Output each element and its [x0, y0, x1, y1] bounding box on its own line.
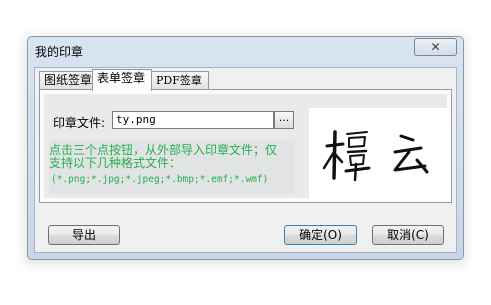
seal-preview: 檀云: [309, 108, 451, 200]
import-hint: 点击三个点按钮，从外部导入印章文件；仅 支持以下几种格式文件：: [49, 144, 295, 170]
browse-button[interactable]: ...: [274, 111, 294, 129]
signature-text: 檀云: [309, 108, 311, 109]
seal-file-label: 印章文件:: [53, 116, 106, 130]
panel-content: 印章文件: ty.png ... 点击三个点按钮，从外部导入印章文件；仅 支持以…: [44, 94, 451, 200]
seal-file-field[interactable]: ty.png: [112, 111, 274, 129]
tab-form-seal[interactable]: 表单签章: [92, 69, 152, 91]
supported-formats: (*.png;*.jpg;*.jpeg;*.bmp;*.emf;*.wmf): [51, 174, 269, 185]
close-button[interactable]: ✕: [414, 38, 457, 56]
form-seal-panel: 印章文件: ty.png ... 点击三个点按钮，从外部导入印章文件；仅 支持以…: [39, 89, 452, 203]
tab-drawing-seal[interactable]: 图纸签章: [39, 71, 93, 89]
cancel-button[interactable]: 取消(C): [372, 225, 444, 245]
export-button[interactable]: 导出: [48, 225, 120, 245]
dialog-client: 图纸签章 表单签章 PDF签章 印章文件: ty.png ... 点击三个点按钮…: [34, 67, 457, 253]
seal-dialog: 我的印章 ✕ 图纸签章 表单签章 PDF签章 印章文件: ty.png ... …: [27, 36, 464, 260]
close-icon: ✕: [430, 40, 441, 54]
hint-line-2: 支持以下几种格式文件：: [49, 156, 182, 170]
window-title: 我的印章: [35, 45, 84, 59]
ok-button[interactable]: 确定(O): [284, 225, 357, 245]
tab-pdf-seal[interactable]: PDF签章: [151, 71, 209, 89]
signature-image: 檀云: [309, 108, 429, 182]
title-bar: 我的印章 ✕: [28, 37, 463, 63]
